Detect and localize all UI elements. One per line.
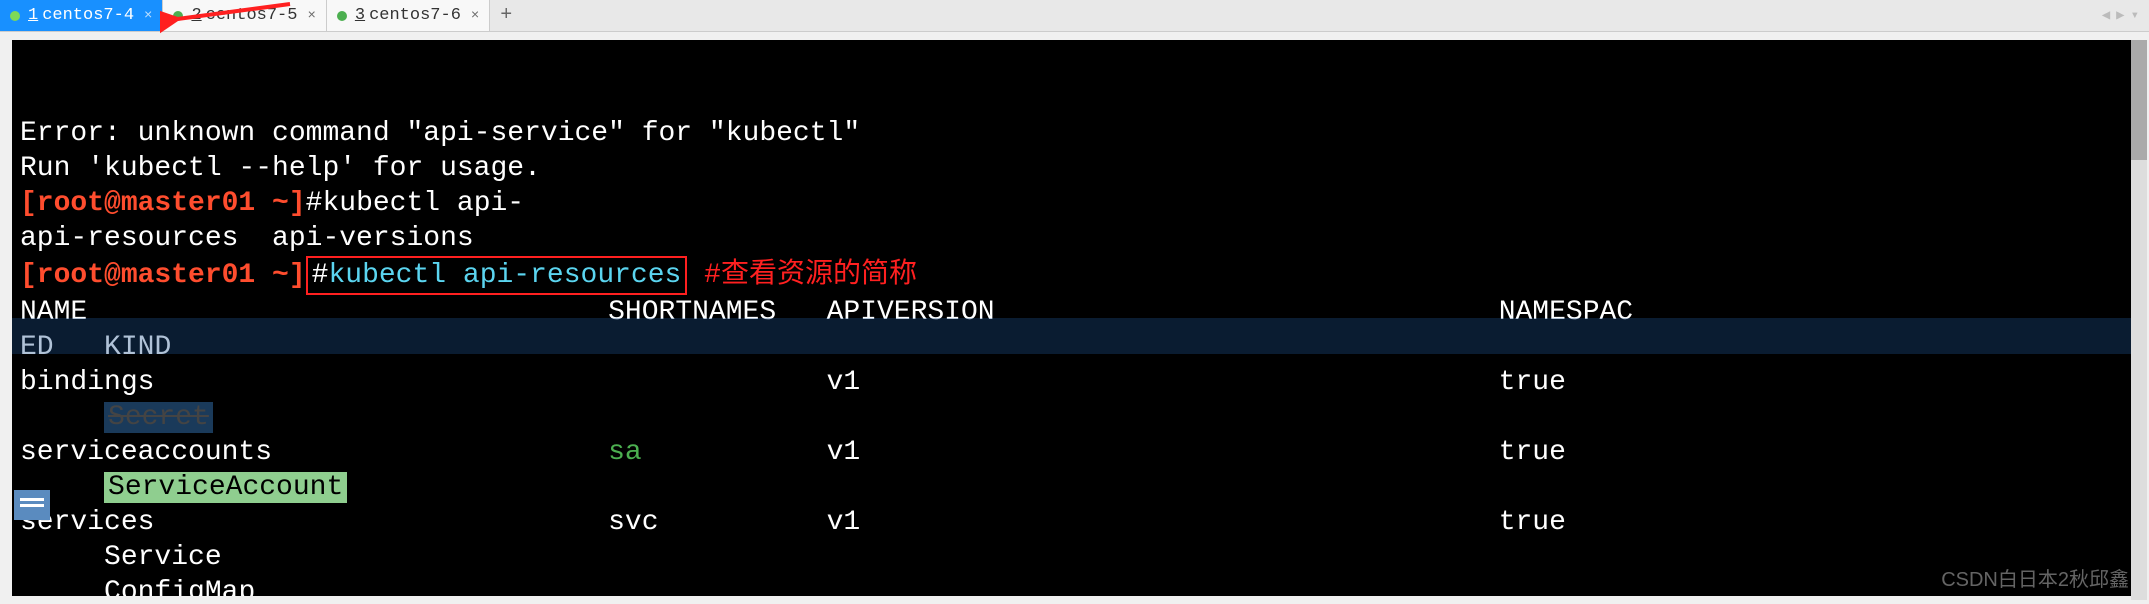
col-ns2: ED	[20, 332, 54, 363]
row-api: v1	[827, 437, 861, 468]
selection-handle-icon[interactable]	[14, 490, 50, 520]
row-name: bindings	[20, 367, 154, 398]
error-line: Error: unknown command "api-service" for…	[20, 118, 860, 149]
row-configmap-cut: ConfigMap	[104, 577, 255, 596]
col-ns: NAMESPAC	[1499, 297, 1633, 328]
col-name: NAME	[20, 297, 87, 328]
scrollbar-thumb[interactable]	[2131, 40, 2147, 160]
usage-line: Run 'kubectl --help' for usage.	[20, 153, 541, 184]
tab-number: 3	[355, 6, 365, 25]
col-short: SHORTNAMES	[608, 297, 776, 328]
row-ns: true	[1499, 507, 1566, 538]
command-highlighted: #kubectl api-resources	[306, 256, 688, 295]
tab-label: centos7-6	[369, 6, 461, 25]
tab-number: 2	[191, 6, 201, 25]
row-kind-highlighted: ServiceAccount	[104, 472, 347, 503]
status-dot-icon	[337, 11, 347, 21]
tab-centos7-6[interactable]: 3 centos7-6 ×	[327, 0, 490, 31]
tab-completions: api-resources api-versions	[20, 223, 474, 254]
tab-centos7-5[interactable]: 2 centos7-5 ×	[163, 0, 326, 31]
add-tab-button[interactable]: +	[490, 0, 522, 31]
tab-label: centos7-5	[206, 6, 298, 25]
row-api: v1	[827, 507, 861, 538]
row-kind: Service	[104, 542, 222, 573]
tab-bar: 1 centos7-4 × 2 centos7-5 × 3 centos7-6 …	[0, 0, 2149, 32]
row-short: sa	[608, 437, 642, 468]
tab-label: centos7-4	[42, 6, 134, 25]
annotation-text: #查看资源的简称	[704, 260, 917, 291]
watermark: CSDN白日本2秋邱鑫	[1941, 563, 2129, 592]
prompt-hash: #	[306, 188, 323, 219]
col-kind: KIND	[104, 332, 171, 363]
scrollbar-vertical[interactable]	[2131, 40, 2147, 600]
row-short: svc	[608, 507, 658, 538]
tab-nav: ◀ ▶ ▾	[2102, 7, 2139, 24]
nav-left-icon[interactable]: ◀	[2102, 7, 2110, 24]
prompt: [root@master01 ~]	[20, 188, 306, 219]
terminal-output[interactable]: Error: unknown command "api-service" for…	[12, 40, 2137, 596]
status-dot-icon	[173, 11, 183, 21]
row-ns: true	[1499, 367, 1566, 398]
row-secret-cut: Secret	[104, 402, 213, 433]
nav-right-icon[interactable]: ▶	[2116, 7, 2124, 24]
tab-centos7-4[interactable]: 1 centos7-4 ×	[0, 0, 163, 31]
row-api: v1	[827, 367, 861, 398]
command-full: kubectl api-resources	[328, 260, 681, 291]
row-ns: true	[1499, 437, 1566, 468]
command-partial: kubectl api-	[322, 188, 524, 219]
tab-number: 1	[28, 6, 38, 25]
close-icon[interactable]: ×	[471, 8, 479, 24]
prompt-hash: #	[312, 260, 329, 291]
close-icon[interactable]: ×	[144, 8, 152, 24]
close-icon[interactable]: ×	[307, 8, 315, 24]
status-dot-icon	[10, 11, 20, 21]
row-name: serviceaccounts	[20, 437, 272, 468]
col-api: APIVERSION	[827, 297, 995, 328]
nav-down-icon[interactable]: ▾	[2131, 7, 2139, 24]
prompt: [root@master01 ~]	[20, 260, 306, 291]
